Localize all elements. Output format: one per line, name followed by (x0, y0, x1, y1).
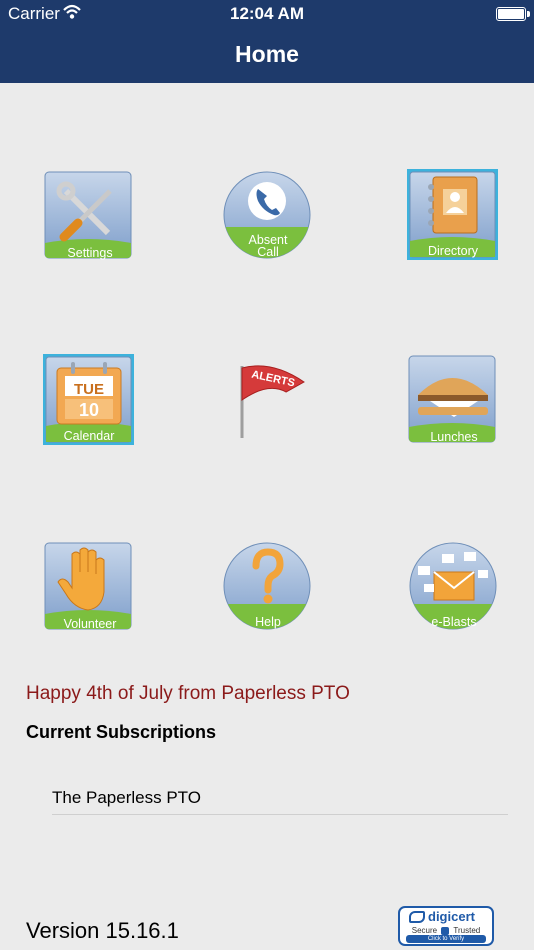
alerts-flag-icon (240, 365, 305, 438)
battery-icon (496, 7, 530, 21)
calendar-label: Calendar (63, 429, 115, 443)
directory-tile[interactable]: Directory (407, 169, 499, 261)
calendar-tile[interactable]: TUE 10 Calendar (43, 354, 135, 446)
seal-secure: Secure (411, 926, 438, 935)
settings-label: Settings (67, 246, 113, 260)
eblasts-label: e-Blasts (431, 615, 477, 629)
lunches-tile[interactable]: Lunches (408, 355, 500, 447)
lock-icon (441, 926, 450, 935)
help-tile[interactable]: Help (222, 542, 314, 634)
status-bar: Carrier 12:04 AM (0, 0, 534, 28)
eblasts-tile[interactable]: e-Blasts (408, 542, 500, 634)
directory-label: Directory (427, 244, 478, 258)
version-label: Version 15.16.1 (26, 918, 179, 943)
absent-call-label-2: Call (257, 245, 279, 259)
volunteer-tile[interactable]: Volunteer (44, 542, 136, 634)
seal-verify: Click to Verify (406, 935, 486, 943)
lunches-label: Lunches (430, 430, 478, 444)
seal-trusted: Trusted (453, 926, 481, 935)
page-title: Home (235, 41, 299, 67)
announcement-message: Happy 4th of July from Paperless PTO (26, 683, 350, 704)
alerts-tile[interactable]: ALERTS (222, 356, 314, 448)
help-label: Help (255, 615, 281, 629)
settings-tile[interactable]: Settings (44, 171, 136, 263)
volunteer-label: Volunteer (63, 617, 117, 631)
subscriptions-heading: Current Subscriptions (26, 722, 217, 742)
seal-brand: digicert (428, 909, 475, 924)
digicert-seal[interactable]: digicert Secure Trusted Click to Verify (398, 906, 494, 946)
digicert-logo-icon (409, 911, 425, 923)
seal-secure-trusted: Secure Trusted (406, 926, 486, 935)
navigation-bar: Carrier 12:04 AM Home (0, 0, 534, 83)
absent-call-tile[interactable]: Absent Call (222, 171, 314, 263)
status-time: 12:04 AM (229, 4, 304, 23)
subscription-item[interactable]: The Paperless PTO (52, 788, 508, 815)
